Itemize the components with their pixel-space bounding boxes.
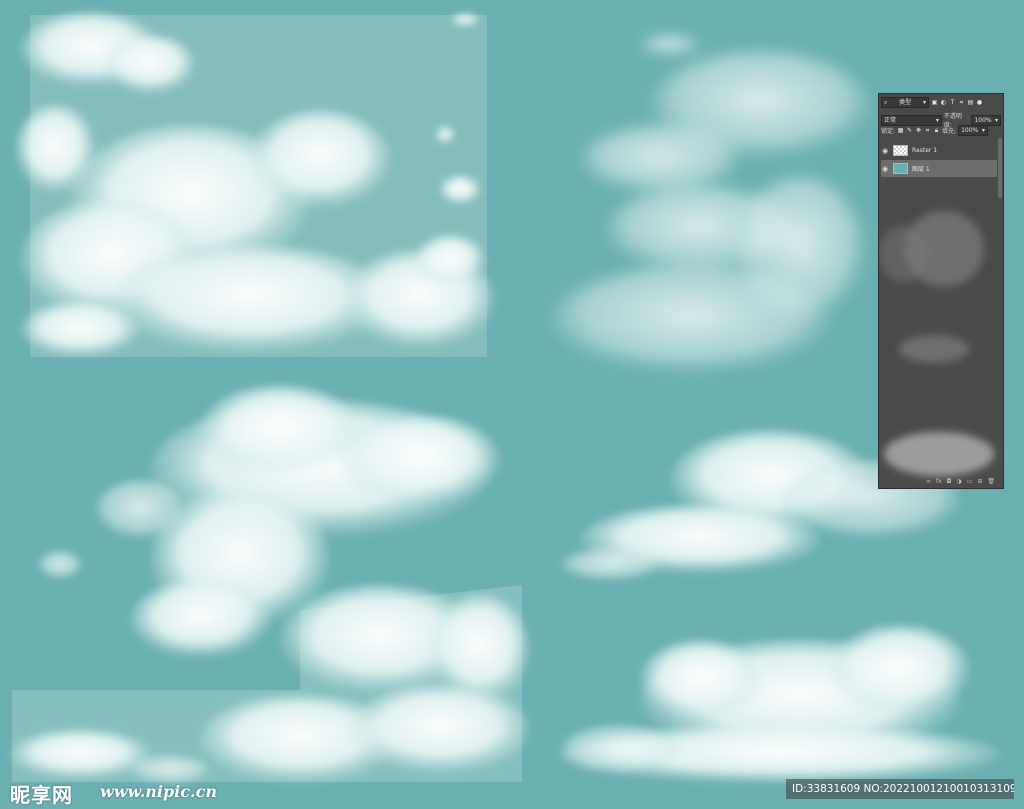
blend-mode-select[interactable]: 正常 ▾ [881,114,942,126]
shape-filter-icon[interactable]: ⌗ [958,99,965,106]
fx-icon[interactable]: fx [936,478,942,485]
watermark-url: www.nipic.cn [100,782,217,801]
lock-label: 锁定: [881,128,896,135]
cloud-artwork [10,12,1000,785]
kind-filter-select[interactable]: ⌕ 类型 ▾ [881,97,929,108]
link-layers-icon[interactable]: ∞ [926,478,931,485]
lock-transparent-icon[interactable]: ▦ [897,127,904,134]
type-filter-icon[interactable]: T [949,99,956,106]
canvas: ⌕ 类型 ▾ ▣ ◐ T ⌗ ▤ ● 正常 ▾ 不透明度: 100% ▾ 锁定:… [0,0,1024,809]
layers-panel: ⌕ 类型 ▾ ▣ ◐ T ⌗ ▤ ● 正常 ▾ 不透明度: 100% ▾ 锁定:… [878,93,1004,489]
layer-name: 图层 1 [912,166,930,173]
new-group-icon[interactable]: ▭ [967,478,973,485]
image-filter-icon[interactable]: ▣ [931,99,938,106]
chevron-down-icon: ▾ [994,116,998,124]
layers-filter-row: ⌕ 类型 ▾ ▣ ◐ T ⌗ ▤ ● [881,97,1001,108]
lock-row: 锁定: ▦ ✎ ✥ ⌗ 🔒︎ 填充: 100% ▾ [881,125,1001,136]
chevron-down-icon: ▾ [935,116,939,124]
blend-mode-label: 正常 [884,116,897,124]
chevron-down-icon: ▾ [922,99,926,106]
fill-label: 填充: [942,128,957,135]
new-layer-icon[interactable]: ⊞ [977,478,982,485]
adjustment-filter-icon[interactable]: ◐ [940,99,947,106]
filter-toggle-icon[interactable]: ● [976,99,983,106]
fill-value: 100% [961,127,979,134]
smart-object-filter-icon[interactable]: ▤ [967,99,974,106]
cloud-photo-top-left [15,12,495,358]
layers-footer: ∞ fx ◘ ◑ ▭ ⊞ 🗑︎ [879,476,1003,486]
layer-thumbnail [893,163,908,174]
lock-artboard-icon[interactable]: ⌗ [924,127,931,134]
visibility-eye-icon[interactable]: ◉ [881,165,889,173]
opacity-value: 100% [974,116,992,124]
watermark-logo: 昵享网 [10,783,73,807]
delete-layer-icon[interactable]: 🗑︎ [987,478,995,485]
layer-thumbnail [893,145,908,156]
layer-name: Raster 1 [912,147,938,154]
layer-row-layer-1[interactable]: ◉ 图层 1 [881,160,997,177]
cloud-top-right [550,35,870,375]
kind-filter-label: 类型 [899,99,912,106]
fill-input[interactable]: 100% ▾ [958,125,989,136]
visibility-eye-icon[interactable]: ◉ [881,147,889,155]
opacity-input[interactable]: 100% ▾ [971,114,1001,126]
add-mask-icon[interactable]: ◘ [947,478,952,485]
lock-all-icon[interactable]: 🔒︎ [933,127,940,134]
layers-panel-cloud-overlay [879,211,994,476]
new-adjustment-icon[interactable]: ◑ [956,478,961,485]
watermark-id: ID:33831609 NO:20221001210010313109 [786,779,1014,799]
chevron-down-icon: ▾ [982,127,986,134]
layer-row-raster-1[interactable]: ◉ Raster 1 [881,142,997,159]
search-icon: ⌕ [884,99,888,106]
lock-paint-icon[interactable]: ✎ [906,127,913,134]
cloud-bottom-right [560,625,1000,785]
lock-move-icon[interactable]: ✥ [915,127,922,134]
